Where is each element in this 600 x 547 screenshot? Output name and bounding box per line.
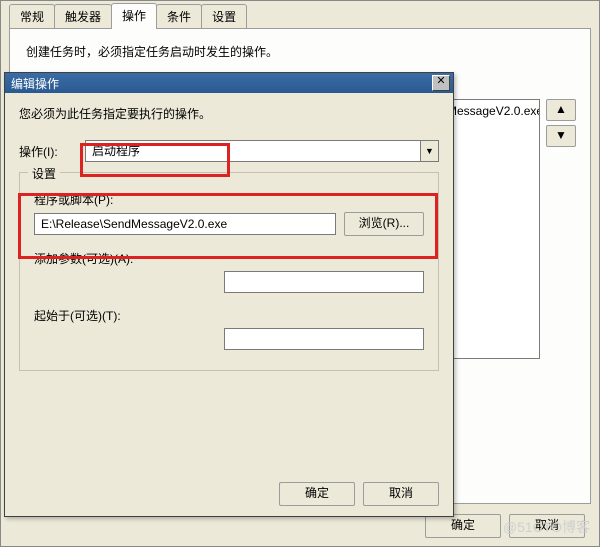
move-up-button[interactable]: ▲ — [546, 99, 576, 121]
tab-description: 创建任务时，必须指定任务启动时发生的操作。 — [10, 29, 590, 60]
tab-settings[interactable]: 设置 — [201, 4, 247, 29]
settings-legend: 设置 — [28, 165, 60, 182]
front-ok-button[interactable]: 确定 — [279, 482, 355, 506]
chevron-down-icon[interactable] — [420, 141, 438, 161]
action-combobox-value: 启动程序 — [86, 141, 420, 161]
start-in-label: 起始于(可选)(T): — [34, 307, 424, 324]
actions-list[interactable]: MessageV2.0.exe — [440, 99, 540, 359]
arguments-label: 添加参数(可选)(A): — [34, 250, 424, 267]
program-input[interactable]: E:\Release\SendMessageV2.0.exe — [34, 213, 336, 235]
action-label: 操作(I): — [19, 143, 85, 160]
front-dialog-title: 编辑操作 — [11, 75, 59, 92]
back-cancel-button[interactable]: 取消 — [509, 514, 585, 538]
tab-general[interactable]: 常规 — [9, 4, 55, 29]
close-icon[interactable] — [432, 75, 450, 91]
instruction-text: 您必须为此任务指定要执行的操作。 — [19, 105, 439, 122]
browse-button[interactable]: 浏览(R)... — [344, 212, 424, 236]
program-label: 程序或脚本(P): — [34, 193, 113, 207]
front-dialog-buttons: 确定 取消 — [279, 482, 439, 506]
back-dialog-buttons: 确定 取消 — [425, 514, 585, 538]
tab-conditions[interactable]: 条件 — [156, 4, 202, 29]
tab-actions[interactable]: 操作 — [111, 3, 157, 29]
arguments-input[interactable] — [224, 271, 424, 293]
action-row: 操作(I): 启动程序 — [19, 140, 439, 162]
move-down-button[interactable]: ▼ — [546, 125, 576, 147]
action-list-item: MessageV2.0.exe — [447, 104, 540, 118]
reorder-buttons: ▲ ▼ — [546, 99, 576, 147]
tab-triggers[interactable]: 触发器 — [54, 4, 112, 29]
back-ok-button[interactable]: 确定 — [425, 514, 501, 538]
front-cancel-button[interactable]: 取消 — [363, 482, 439, 506]
front-dialog-titlebar: 编辑操作 — [5, 73, 453, 93]
tabstrip: 常规 触发器 操作 条件 设置 — [9, 7, 591, 29]
edit-action-dialog: 编辑操作 您必须为此任务指定要执行的操作。 操作(I): 启动程序 设置 程序或… — [4, 72, 454, 517]
start-in-input[interactable] — [224, 328, 424, 350]
action-combobox[interactable]: 启动程序 — [85, 140, 439, 162]
settings-groupbox: 设置 程序或脚本(P): E:\Release\SendMessageV2.0.… — [19, 172, 439, 371]
